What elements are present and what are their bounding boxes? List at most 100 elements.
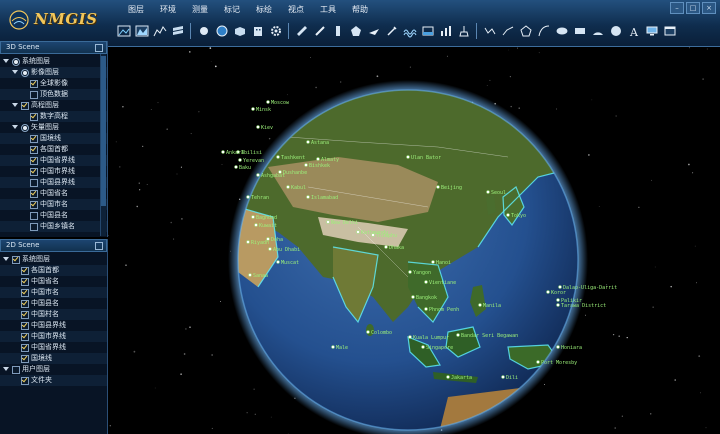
menu-layer[interactable]: 图层 [120,3,152,17]
layer-checkbox[interactable] [30,146,38,154]
layer-row[interactable]: 影像图层 [0,67,107,78]
place-marker[interactable] [506,213,510,217]
place-marker[interactable] [316,157,320,161]
menu-plot[interactable]: 标绘 [248,3,280,17]
sector-icon[interactable] [590,24,605,39]
polyline-icon[interactable] [482,24,497,39]
layer-checkbox[interactable] [21,300,29,308]
place-marker[interactable] [326,220,330,224]
layer-checkbox[interactable] [30,157,38,165]
bar-icon[interactable] [330,24,345,39]
place-marker[interactable] [556,303,560,307]
menu-measure[interactable]: 测量 [184,3,216,17]
layer-row[interactable]: 中国市名 [0,287,107,298]
menu-viewpoint[interactable]: 视点 [280,3,312,17]
expand-arrow-icon[interactable] [3,59,9,63]
building-icon[interactable] [250,24,265,39]
layer-checkbox[interactable] [21,355,29,363]
fly-icon[interactable] [366,24,381,39]
wave-icon[interactable] [402,24,417,39]
layer-checkbox[interactable] [30,113,38,121]
rectangle-icon[interactable] [572,24,587,39]
place-marker[interactable] [246,240,250,244]
window-icon[interactable] [662,24,677,39]
menu-environment[interactable]: 环境 [152,3,184,17]
expand-arrow-icon[interactable] [12,103,18,107]
layer-row[interactable]: 顶色数据 [0,89,107,100]
layer-row[interactable]: 中国县名 [0,210,107,221]
expand-arrow-icon[interactable] [3,367,9,371]
place-marker[interactable] [501,375,505,379]
terrain-layer-icon[interactable] [134,24,149,39]
scrollbar[interactable] [100,54,106,236]
place-marker[interactable] [306,195,310,199]
layer-checkbox[interactable] [30,80,38,88]
pin-edit-icon[interactable] [384,24,399,39]
expand-arrow-icon[interactable] [12,70,18,74]
layer-checkbox[interactable] [21,311,29,319]
layer-radio[interactable] [12,58,20,66]
arc-icon[interactable] [536,24,551,39]
curve-icon[interactable] [500,24,515,39]
layer-checkbox[interactable] [30,91,38,99]
place-marker[interactable] [286,185,290,189]
place-marker[interactable] [304,163,308,167]
place-marker[interactable] [446,375,450,379]
place-marker[interactable] [331,345,335,349]
pentagon-outline-icon[interactable] [518,24,533,39]
place-marker[interactable] [266,237,270,241]
place-marker[interactable] [411,295,415,299]
place-marker[interactable] [456,333,460,337]
layer-checkbox[interactable] [30,212,38,220]
place-marker[interactable] [256,125,260,129]
place-marker[interactable] [251,215,255,219]
image-layer-icon[interactable] [116,24,131,39]
layer-checkbox[interactable] [21,377,29,385]
place-marker[interactable] [546,290,550,294]
layer-radio[interactable] [21,69,29,77]
place-marker[interactable] [406,155,410,159]
line-chart-icon[interactable] [152,24,167,39]
place-marker[interactable] [408,270,412,274]
layer-checkbox[interactable] [21,333,29,341]
layer-row[interactable]: 中国省界线 [0,342,107,353]
layer-checkbox[interactable] [30,168,38,176]
place-marker[interactable] [251,107,255,111]
layer-radio[interactable] [21,124,29,132]
layers-icon[interactable] [170,24,185,39]
circle-icon[interactable] [608,24,623,39]
layer-row[interactable]: 中国省名 [0,188,107,199]
layer-row[interactable]: 中国县界线 [0,320,107,331]
place-marker[interactable] [268,247,272,251]
gear-icon[interactable] [268,24,283,39]
place-marker[interactable] [248,273,252,277]
place-marker[interactable] [421,345,425,349]
layer-checkbox[interactable] [21,267,29,275]
layer-row[interactable]: 中国省名 [0,276,107,287]
menu-mark[interactable]: 标记 [216,3,248,17]
layer-checkbox[interactable] [12,256,20,264]
expand-arrow-icon[interactable] [3,257,9,261]
menu-help[interactable]: 帮助 [344,3,376,17]
place-marker[interactable] [221,150,225,154]
screen-icon[interactable] [644,24,659,39]
place-marker[interactable] [306,140,310,144]
place-marker[interactable] [431,260,435,264]
layer-row[interactable]: 数字高程 [0,111,107,122]
box-icon[interactable] [232,24,247,39]
layer-row[interactable]: 系统图层 [0,254,107,265]
globe-viewport[interactable]: Ulan Bator Beijing Seoul Tokyo Islamabad New … [108,47,720,434]
place-marker[interactable] [238,158,242,162]
chart-icon[interactable] [438,24,453,39]
layer-row[interactable]: 用户图层 [0,364,107,375]
layer-row[interactable]: 中国村名 [0,309,107,320]
ruler-icon[interactable] [294,24,309,39]
scrollbar-thumb[interactable] [101,56,106,206]
layer-row[interactable]: 中国乡镇名 [0,221,107,232]
layer-row[interactable]: 文件夹 [0,375,107,386]
place-marker[interactable] [424,280,428,284]
layer-checkbox[interactable] [30,201,38,209]
layer-checkbox[interactable] [30,190,38,198]
layer-checkbox[interactable] [21,278,29,286]
layer-checkbox[interactable] [21,344,29,352]
